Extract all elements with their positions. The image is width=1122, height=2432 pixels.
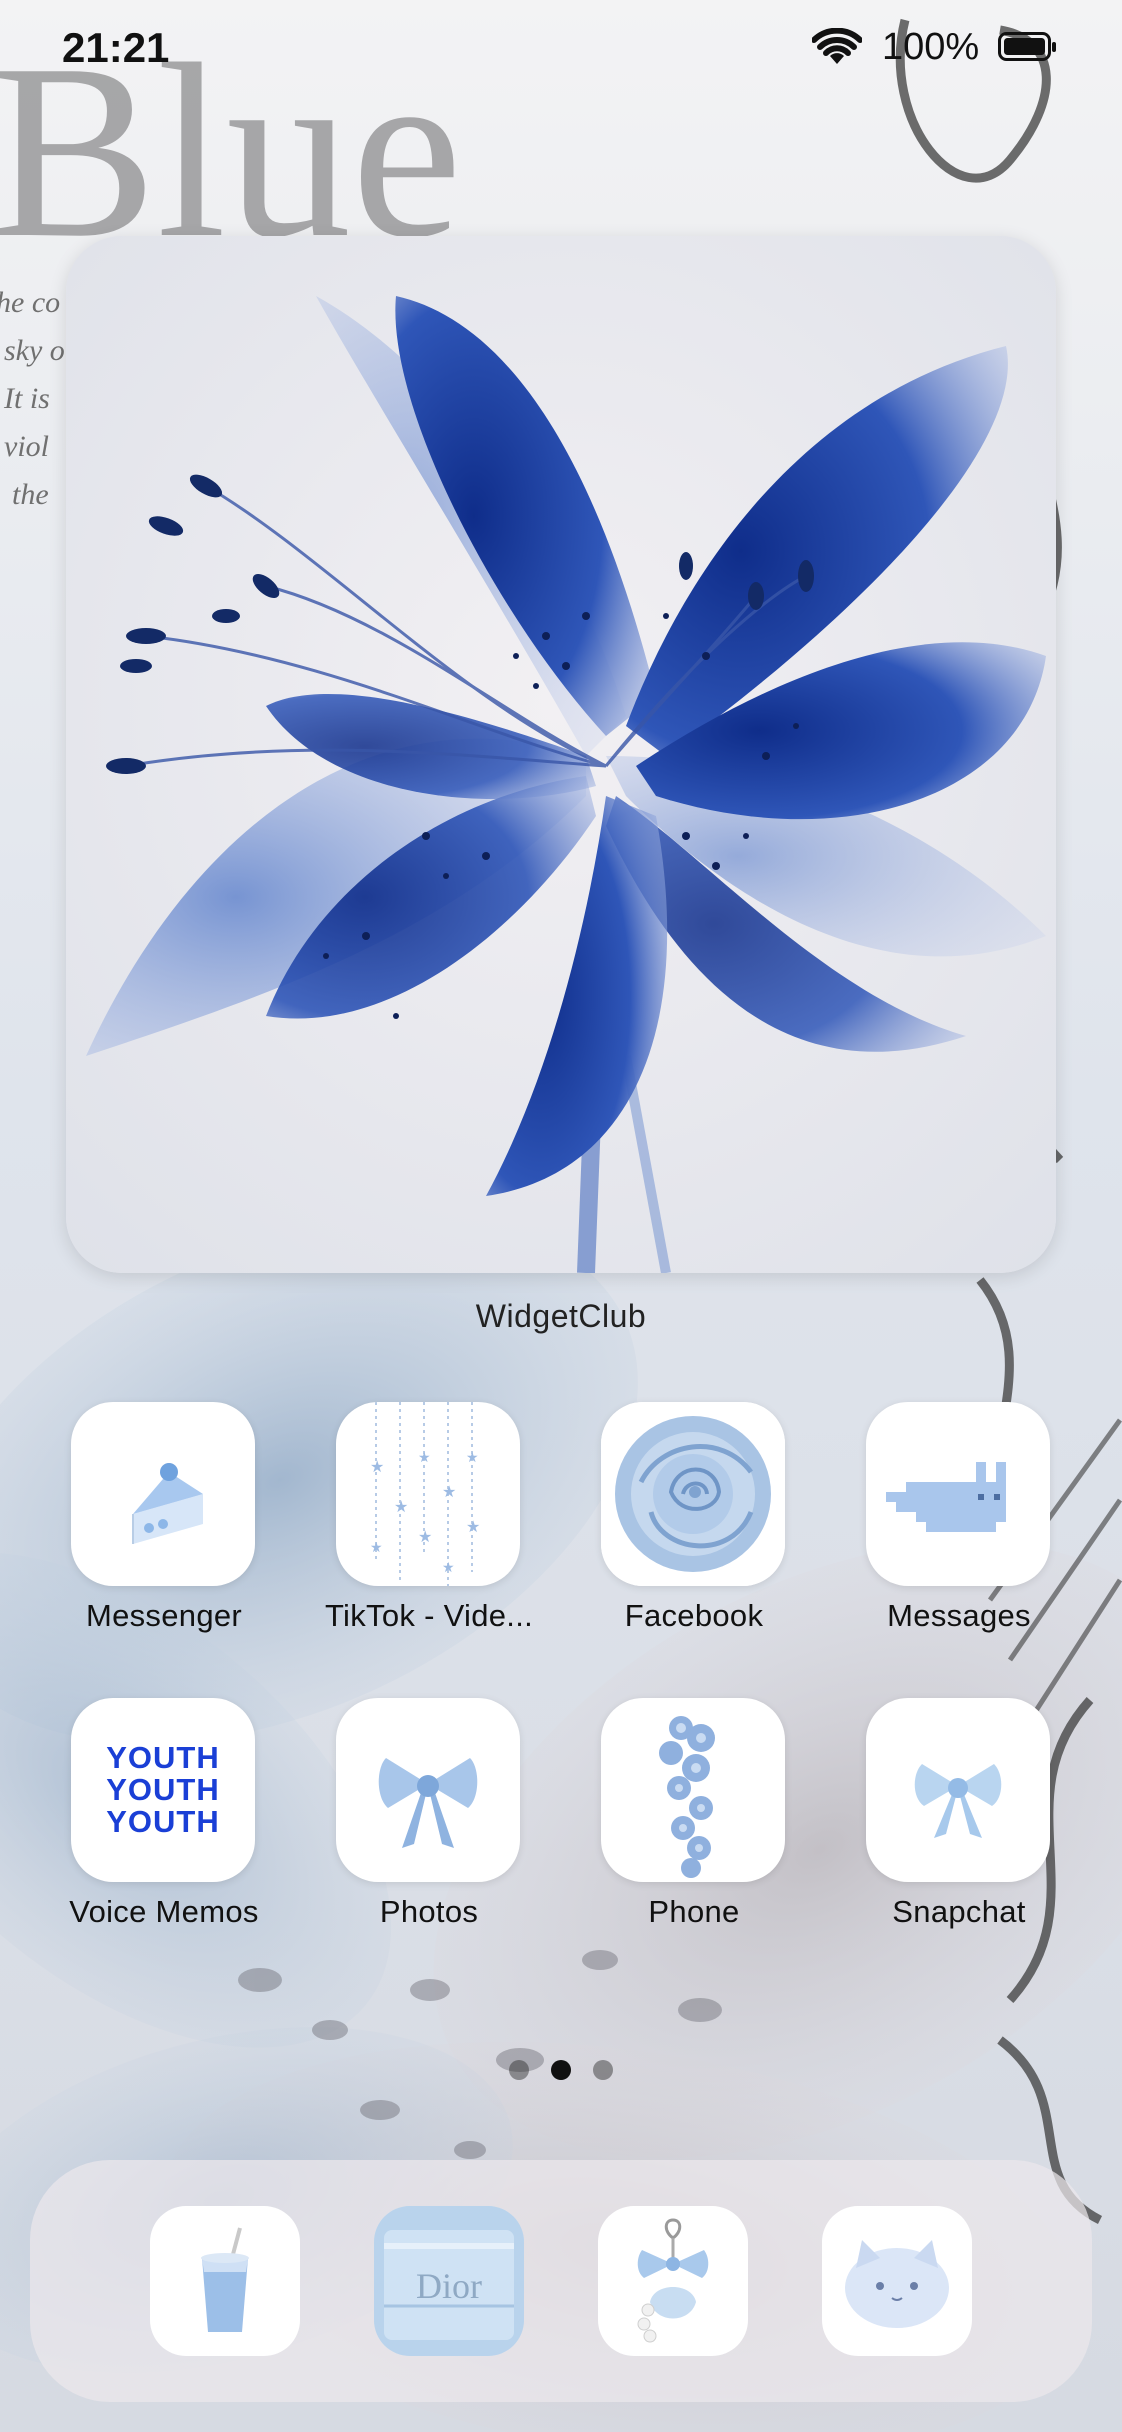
iced-drink-icon: [201, 2227, 249, 2332]
youth-text-icon: YOUTH YOUTH YOUTH: [71, 1698, 255, 1882]
app-photos[interactable]: Photos: [336, 1698, 522, 1929]
dior-bag-icon: Dior: [374, 2206, 524, 2356]
star: ★: [370, 1459, 384, 1476]
wallpaper-line: he co: [0, 286, 60, 319]
wallpaper-line: It is: [3, 382, 50, 415]
star: ★: [394, 1499, 408, 1516]
app-label: Snapchat: [892, 1894, 1026, 1929]
wifi-icon: [812, 28, 862, 64]
widget-label: WidgetClub: [475, 1298, 647, 1334]
blue-rose-icon: [601, 1402, 785, 1586]
battery-icon: [998, 32, 1056, 61]
app-label: Phone: [648, 1894, 740, 1929]
bow-icon: [336, 1698, 520, 1882]
star: ★: [370, 1539, 383, 1555]
app-messenger[interactable]: Messenger: [71, 1402, 257, 1633]
app-snapchat[interactable]: Snapchat: [866, 1698, 1052, 1929]
star: ★: [442, 1484, 456, 1501]
battery-percent: 100%: [882, 26, 980, 68]
star: ★: [442, 1559, 455, 1575]
blue-flowers-icon: [601, 1698, 785, 1882]
page-dot[interactable]: [593, 2060, 613, 2080]
youth-text: YOUTH: [106, 1740, 220, 1775]
page-indicator[interactable]: [0, 2058, 1122, 2082]
app-voice-memos[interactable]: YOUTH YOUTH YOUTH Voice Memos: [69, 1698, 258, 1929]
app-label: Facebook: [624, 1598, 764, 1633]
photo-widget[interactable]: [66, 236, 1056, 1273]
dock: Dior: [30, 2160, 1092, 2402]
star: ★: [418, 1449, 431, 1465]
star: ★: [466, 1519, 480, 1536]
plush-cat-icon: [845, 2240, 949, 2328]
dock-app-iced-drink[interactable]: [150, 2206, 300, 2356]
star: ★: [418, 1529, 432, 1546]
wallpaper-line: viol: [4, 430, 49, 463]
wallpaper-line: the: [12, 478, 49, 511]
youth-text: YOUTH: [106, 1804, 220, 1839]
dior-text: Dior: [416, 2266, 482, 2306]
blue-lily-image: [66, 236, 1056, 1273]
wallpaper-line: sky o: [4, 334, 65, 367]
app-messages[interactable]: Messages: [866, 1402, 1052, 1633]
app-facebook[interactable]: Facebook: [601, 1402, 787, 1633]
cake-icon: [71, 1402, 255, 1586]
app-label: Photos: [379, 1894, 479, 1929]
dock-app-charm[interactable]: [598, 2206, 748, 2356]
status-time: 21:21: [62, 24, 170, 71]
bow-shell-charm-icon: [637, 2218, 709, 2343]
app-label: TikTok - Vide...: [324, 1598, 534, 1633]
app-label: Voice Memos: [69, 1894, 259, 1929]
star: ★: [466, 1449, 479, 1465]
bow-icon: [866, 1698, 1050, 1882]
dock-app-dior[interactable]: Dior: [374, 2206, 524, 2356]
app-label: Messenger: [85, 1598, 243, 1633]
app-label: Messages: [887, 1598, 1031, 1633]
pixel-cat-icon: [866, 1402, 1050, 1586]
hanging-stars-icon: ★ ★ ★ ★ ★ ★ ★ ★ ★: [336, 1402, 520, 1586]
app-tiktok[interactable]: ★ ★ ★ ★ ★ ★ ★ ★ ★ TikTok - Vide...: [325, 1402, 533, 1633]
page-dot[interactable]: [509, 2060, 529, 2080]
status-bar: 21:21 100%: [0, 20, 1122, 80]
youth-text: YOUTH: [106, 1772, 220, 1807]
app-phone[interactable]: Phone: [601, 1698, 787, 1929]
dock-app-plush[interactable]: [822, 2206, 972, 2356]
page-dot-active[interactable]: [551, 2060, 571, 2080]
